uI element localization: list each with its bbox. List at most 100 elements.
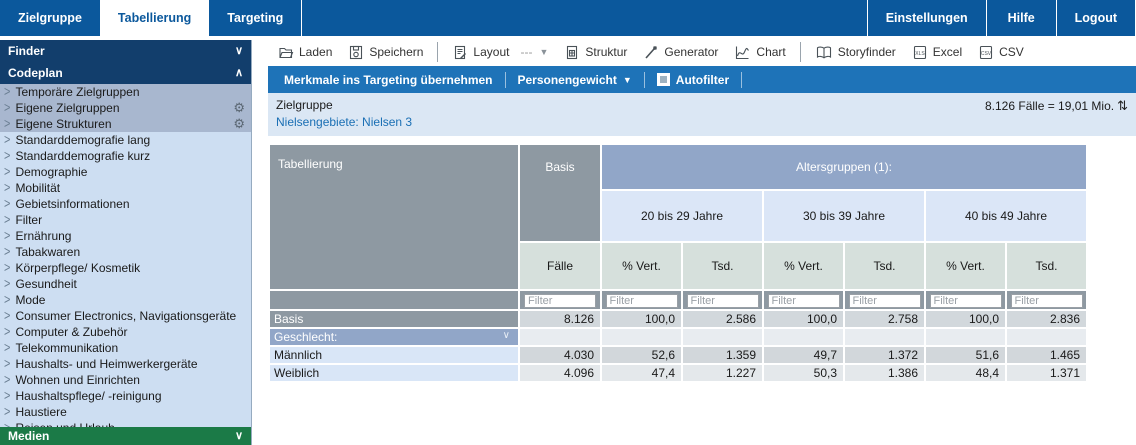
- table-row-geschlecht: Geschlecht:∨: [270, 329, 1086, 345]
- medien-label: Medien: [8, 427, 49, 445]
- value-cell: 2.586: [683, 311, 762, 327]
- value-cell: 2.758: [845, 311, 924, 327]
- toolbar: LadenSpeichernLayout---▼StrukturGenerato…: [268, 36, 1136, 66]
- tab-tabellierung[interactable]: Tabellierung: [100, 0, 209, 36]
- nav-item-logout[interactable]: Logout: [1056, 0, 1136, 36]
- sidebar-section-medien[interactable]: Medien ∨: [0, 427, 251, 445]
- speichern-button[interactable]: Speichern: [342, 42, 429, 63]
- age-group-header-40-49: 40 bis 49 Jahre: [926, 191, 1086, 241]
- basis-column-header: Basis: [520, 145, 600, 241]
- row-label-geschlecht[interactable]: Geschlecht:∨: [270, 329, 518, 345]
- age-groups-header: Altersgruppen (1):: [602, 145, 1086, 189]
- sidebar-item-label: Haushalts- und Heimwerkergeräte: [15, 356, 245, 372]
- sidebar-item-ernährung[interactable]: >Ernährung: [0, 228, 251, 244]
- button-label: Speichern: [369, 45, 423, 59]
- sidebar-item-label: Demographie: [15, 164, 245, 180]
- sidebar-item-haushalts-und-heimwerkergeräte[interactable]: >Haushalts- und Heimwerkergeräte: [0, 356, 251, 372]
- sidebar-item-standarddemografie-lang[interactable]: >Standarddemografie lang: [0, 132, 251, 148]
- sidebar-item-mobilität[interactable]: >Mobilität: [0, 180, 251, 196]
- sidebar-item-haushaltspflege-reinigung[interactable]: >Haushaltspflege/ -reinigung: [0, 388, 251, 404]
- sidebar-item-körperpflege-kosmetik[interactable]: >Körperpflege/ Kosmetik: [0, 260, 251, 276]
- metric-header: % Vert.: [764, 243, 843, 289]
- sidebar-item-demographie[interactable]: >Demographie: [0, 164, 251, 180]
- sidebar-item-gesundheit[interactable]: >Gesundheit: [0, 276, 251, 292]
- chevron-down-icon: ▼: [539, 47, 548, 57]
- laden-button[interactable]: Laden: [272, 42, 338, 63]
- storyfinder-button[interactable]: Storyfinder: [809, 42, 902, 63]
- sidebar-section-finder[interactable]: Finder ∨: [0, 40, 251, 62]
- value-cell: [602, 329, 681, 345]
- csv-file-icon: CSV: [978, 45, 994, 60]
- filter-input[interactable]: [687, 294, 759, 308]
- nav-item-einstellungen[interactable]: Einstellungen: [867, 0, 986, 36]
- value-cell: 4.096: [520, 365, 600, 381]
- csv-button[interactable]: CSV CSV: [972, 42, 1030, 63]
- filter-input[interactable]: [1011, 294, 1083, 308]
- structure-document-icon: [564, 45, 580, 60]
- excel-button[interactable]: XLSExcel: [906, 42, 968, 63]
- chart-button[interactable]: Chart: [728, 42, 791, 63]
- sidebar-item-label: Körperpflege/ Kosmetik: [15, 260, 245, 276]
- generator-button[interactable]: Generator: [637, 42, 724, 63]
- sidebar: Finder ∨ Codeplan ∧ >Temporäre Zielgrupp…: [0, 40, 252, 445]
- gear-icon[interactable]: ⚙: [233, 100, 245, 116]
- metric-header: Fälle: [520, 243, 600, 289]
- value-cell: [845, 329, 924, 345]
- sidebar-item-label: Standarddemografie kurz: [15, 148, 245, 164]
- merkmale-targeting-button[interactable]: Merkmale ins Targeting übernehmen: [274, 73, 503, 87]
- filter-input[interactable]: [524, 294, 596, 308]
- chevron-down-icon: ∨: [503, 330, 510, 341]
- layout-preset-value[interactable]: ---: [520, 45, 532, 59]
- value-cell: 8.126: [520, 311, 600, 327]
- sidebar-item-tabakwaren[interactable]: >Tabakwaren: [0, 244, 251, 260]
- button-label: CSV: [999, 45, 1024, 59]
- value-cell: 48,4: [926, 365, 1005, 381]
- filter-input[interactable]: [930, 294, 1002, 308]
- sidebar-item-wohnen-und-einrichten[interactable]: >Wohnen und Einrichten: [0, 372, 251, 388]
- svg-text:CSV: CSV: [981, 51, 992, 57]
- tab-zielgruppe[interactable]: Zielgruppe: [0, 0, 100, 36]
- sidebar-item-label: Mobilität: [15, 180, 245, 196]
- top-navigation: ZielgruppeTabellierungTargeting Einstell…: [0, 0, 1136, 36]
- struktur-button[interactable]: Struktur: [558, 42, 633, 63]
- nav-item-hilfe[interactable]: Hilfe: [986, 0, 1056, 36]
- metric-header: Tsd.: [845, 243, 924, 289]
- sidebar-item-telekommunikation[interactable]: >Telekommunikation: [0, 340, 251, 356]
- sidebar-item-label: Filter: [15, 212, 245, 228]
- swap-arrows-icon[interactable]: ⇅: [1117, 98, 1128, 114]
- tab-targeting[interactable]: Targeting: [209, 0, 302, 36]
- nav-right-menu: EinstellungenHilfeLogout: [867, 0, 1136, 36]
- target-group-info: Zielgruppe 8.126 Fälle = 19,01 Mio. ⇅ Ni…: [268, 93, 1136, 136]
- layout-document-icon: [452, 45, 468, 60]
- filter-input[interactable]: [849, 294, 921, 308]
- filter-input[interactable]: [606, 294, 678, 308]
- sidebar-item-label: Eigene Strukturen: [15, 116, 229, 132]
- sidebar-item-gebietsinformationen[interactable]: >Gebietsinformationen: [0, 196, 251, 212]
- sidebar-item-haustiere[interactable]: >Haustiere: [0, 404, 251, 420]
- sidebar-item-standarddemografie-kurz[interactable]: >Standarddemografie kurz: [0, 148, 251, 164]
- sidebar-item-mode[interactable]: >Mode: [0, 292, 251, 308]
- results-table: Tabellierung Basis Altersgruppen (1): 20…: [268, 143, 1088, 383]
- layout-button[interactable]: Layout---▼: [446, 42, 554, 63]
- sidebar-item-filter[interactable]: >Filter: [0, 212, 251, 228]
- sidebar-item-label: Consumer Electronics, Navigationsgeräte: [15, 308, 245, 324]
- svg-text:XLS: XLS: [915, 51, 925, 57]
- sidebar-item-eigene-zielgruppen[interactable]: >Eigene Zielgruppen⚙: [0, 100, 251, 116]
- filter-cell: [764, 291, 843, 309]
- value-cell: 1.465: [1007, 347, 1086, 363]
- sidebar-item-temporäre-zielgruppen[interactable]: >Temporäre Zielgruppen: [0, 84, 251, 100]
- chevron-down-icon: ∨: [235, 40, 243, 62]
- sidebar-section-codeplan[interactable]: Codeplan ∧: [0, 62, 251, 84]
- sidebar-item-computer-zubehör[interactable]: >Computer & Zubehör: [0, 324, 251, 340]
- sidebar-item-consumer-electronics-navigationsgeräte[interactable]: >Consumer Electronics, Navigationsgeräte: [0, 308, 251, 324]
- filter-input[interactable]: [768, 294, 840, 308]
- autofilter-checkbox[interactable]: [657, 73, 670, 86]
- chevron-down-icon: ∨: [235, 427, 243, 445]
- sidebar-item-label: Gesundheit: [15, 276, 245, 292]
- gear-icon[interactable]: ⚙: [233, 116, 245, 132]
- divider: [437, 42, 438, 62]
- autofilter-toggle[interactable]: Autofilter: [647, 73, 739, 87]
- personengewicht-dropdown[interactable]: Personengewicht ▼: [508, 73, 642, 87]
- sidebar-item-eigene-strukturen[interactable]: >Eigene Strukturen⚙: [0, 116, 251, 132]
- value-cell: [520, 329, 600, 345]
